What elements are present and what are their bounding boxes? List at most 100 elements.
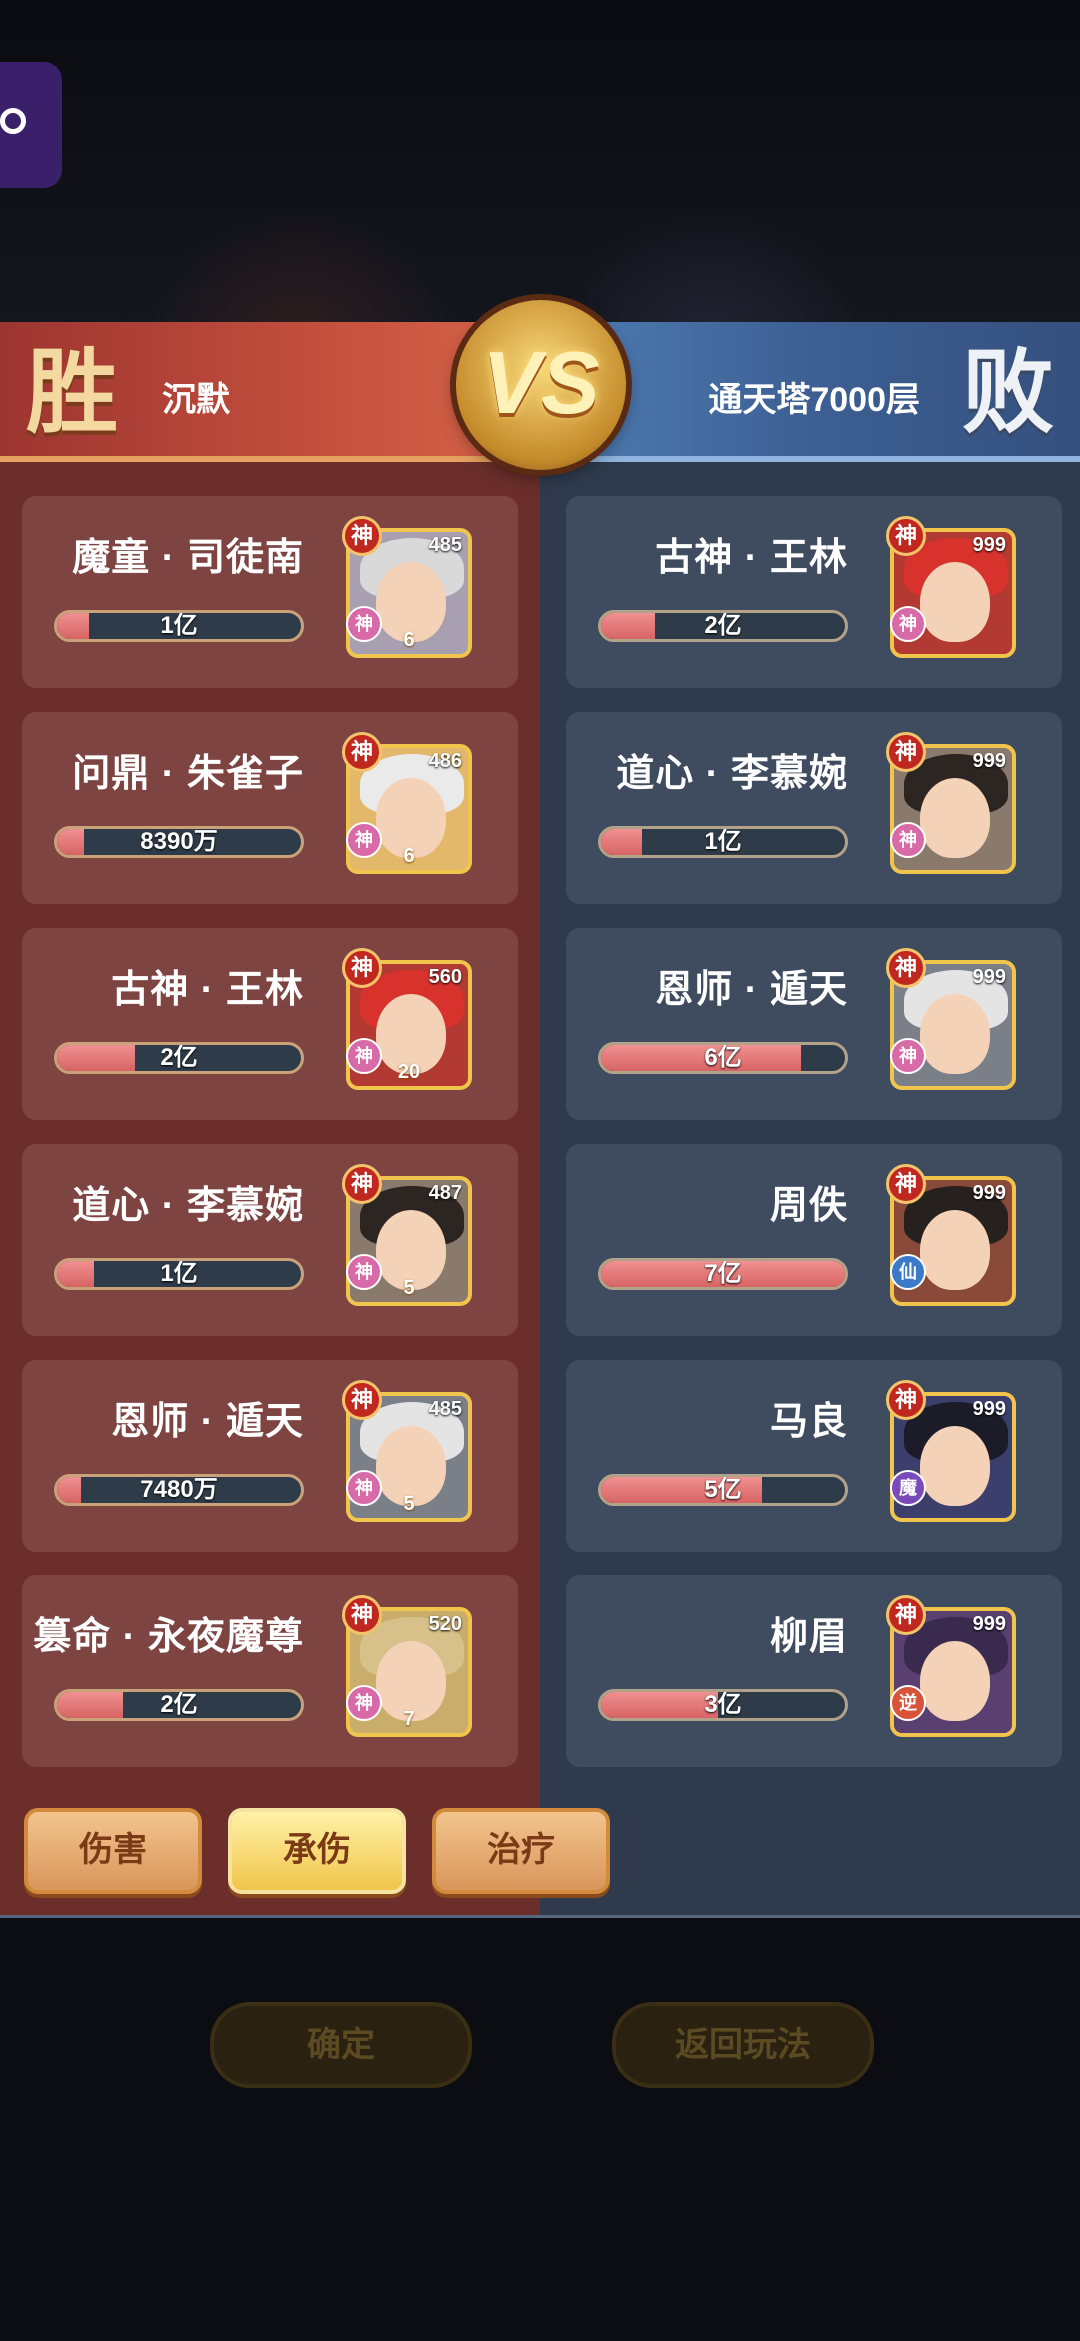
decor-flame-right (560, 205, 860, 335)
hero-faction-badge: 神 (346, 1038, 382, 1074)
god-rank-badge: 神 (342, 1164, 382, 1204)
left-hero-card[interactable]: 魔童 · 司徒南 1亿 485 6 神神 (22, 496, 518, 688)
damage-bar: 1亿 (54, 610, 304, 642)
hero-name: 柳眉 (769, 1616, 848, 1658)
damage-bar: 8390万 (54, 826, 304, 858)
hero-level: 999 (972, 1182, 1006, 1204)
hero-faction-badge: 仙 (890, 1254, 926, 1290)
hero-name: 古神 · 王林 (111, 969, 304, 1011)
hero-level: 487 (428, 1182, 462, 1204)
hero-name: 马良 (769, 1401, 848, 1443)
damage-value: 7480万 (140, 1476, 218, 1503)
damage-bar: 5亿 (598, 1474, 848, 1506)
back-to-mode-button[interactable]: 返回玩法 (612, 2002, 874, 2088)
menu-icon (0, 108, 26, 134)
hero-level: 520 (428, 1613, 462, 1635)
hero-faction-badge: 神 (890, 822, 926, 858)
decor-flame-left (150, 205, 450, 335)
god-rank-badge: 神 (342, 516, 382, 556)
god-rank-badge: 神 (886, 1380, 926, 1420)
hero-level: 999 (972, 750, 1006, 772)
god-rank-badge: 神 (886, 516, 926, 556)
hero-faction-badge: 神 (346, 1254, 382, 1290)
panel-divider (0, 1915, 1080, 1918)
hero-name: 魔童 · 司徒南 (72, 537, 304, 579)
hero-name: 恩师 · 遁天 (655, 969, 848, 1011)
side-menu-button[interactable] (0, 62, 62, 188)
right-hero-card[interactable]: 道心 · 李慕婉 1亿 999 神神 (566, 712, 1062, 904)
hero-level: 999 (972, 1398, 1006, 1420)
damage-value: 2亿 (160, 1044, 198, 1071)
damage-bar: 6亿 (598, 1042, 848, 1074)
damage-bar: 2亿 (54, 1042, 304, 1074)
win-label: 胜 (26, 338, 119, 446)
hero-faction-badge: 神 (890, 606, 926, 642)
damage-bar: 2亿 (598, 610, 848, 642)
hero-name: 问鼎 · 朱雀子 (72, 753, 304, 795)
hero-name: 古神 · 王林 (655, 537, 848, 579)
hero-face (920, 562, 990, 642)
tab-damage[interactable]: 伤害 (24, 1808, 202, 1894)
hero-level: 485 (428, 1398, 462, 1420)
hero-name: 道心 · 李慕婉 (72, 1185, 304, 1227)
hero-faction-badge: 神 (890, 1038, 926, 1074)
hero-name: 道心 · 李慕婉 (616, 753, 848, 795)
right-hero-card[interactable]: 马良 5亿 999 神魔 (566, 1360, 1062, 1552)
left-hero-card[interactable]: 道心 · 李慕婉 1亿 487 5 神神 (22, 1144, 518, 1336)
vs-emblem: VS (456, 300, 626, 470)
hero-level: 999 (972, 966, 1006, 988)
damage-value: 7亿 (704, 1260, 742, 1287)
damage-value: 6亿 (704, 1044, 742, 1071)
damage-bar: 3亿 (598, 1689, 848, 1721)
hero-faction-badge: 神 (346, 1685, 382, 1721)
right-hero-card[interactable]: 周佚 7亿 999 神仙 (566, 1144, 1062, 1336)
damage-value: 2亿 (160, 1691, 198, 1718)
damage-bar: 7480万 (54, 1474, 304, 1506)
hero-faction-badge: 神 (346, 822, 382, 858)
tab-damage-taken[interactable]: 承伤 (228, 1808, 406, 1894)
damage-bar: 1亿 (598, 826, 848, 858)
confirm-button[interactable]: 确定 (210, 2002, 472, 2088)
left-player-name: 沉默 (162, 381, 230, 419)
right-hero-card[interactable]: 柳眉 3亿 999 神逆 (566, 1575, 1062, 1767)
hero-face (920, 1210, 990, 1290)
hero-faction-badge: 神 (346, 1470, 382, 1506)
hero-faction-badge: 魔 (890, 1470, 926, 1506)
right-hero-card[interactable]: 恩师 · 遁天 6亿 999 神神 (566, 928, 1062, 1120)
hero-name: 篡命 · 永夜魔尊 (33, 1616, 304, 1658)
hero-faction-badge: 神 (346, 606, 382, 642)
damage-bar: 7亿 (598, 1258, 848, 1290)
left-hero-card[interactable]: 篡命 · 永夜魔尊 2亿 520 7 神神 (22, 1575, 518, 1767)
left-hero-card[interactable]: 古神 · 王林 2亿 560 20 神神 (22, 928, 518, 1120)
left-hero-card[interactable]: 恩师 · 遁天 7480万 485 5 神神 (22, 1360, 518, 1552)
left-hero-card[interactable]: 问鼎 · 朱雀子 8390万 486 6 神神 (22, 712, 518, 904)
god-rank-badge: 神 (342, 948, 382, 988)
damage-value: 2亿 (704, 612, 742, 639)
hero-level: 560 (428, 966, 462, 988)
damage-bar: 1亿 (54, 1258, 304, 1290)
damage-value: 1亿 (160, 1260, 198, 1287)
hero-faction-badge: 逆 (890, 1685, 926, 1721)
right-hero-card[interactable]: 古神 · 王林 2亿 999 神神 (566, 496, 1062, 688)
right-player-name: 通天塔7000层 (708, 381, 920, 419)
damage-value: 8390万 (140, 828, 218, 855)
hero-level: 999 (972, 1613, 1006, 1635)
god-rank-badge: 神 (342, 732, 382, 772)
tab-healing[interactable]: 治疗 (432, 1808, 610, 1894)
damage-value: 1亿 (704, 828, 742, 855)
god-rank-badge: 神 (886, 732, 926, 772)
damage-value: 1亿 (160, 612, 198, 639)
hero-level: 485 (428, 534, 462, 556)
hero-face (920, 1426, 990, 1506)
vs-text: VS (482, 333, 600, 432)
god-rank-badge: 神 (342, 1380, 382, 1420)
hero-face (920, 1641, 990, 1721)
god-rank-badge: 神 (886, 1164, 926, 1204)
damage-value: 5亿 (704, 1476, 742, 1503)
hero-face (920, 994, 990, 1074)
damage-value: 3亿 (704, 1691, 742, 1718)
hero-level: 486 (428, 750, 462, 772)
lose-label: 败 (961, 338, 1054, 446)
god-rank-badge: 神 (886, 1595, 926, 1635)
hero-face (920, 778, 990, 858)
